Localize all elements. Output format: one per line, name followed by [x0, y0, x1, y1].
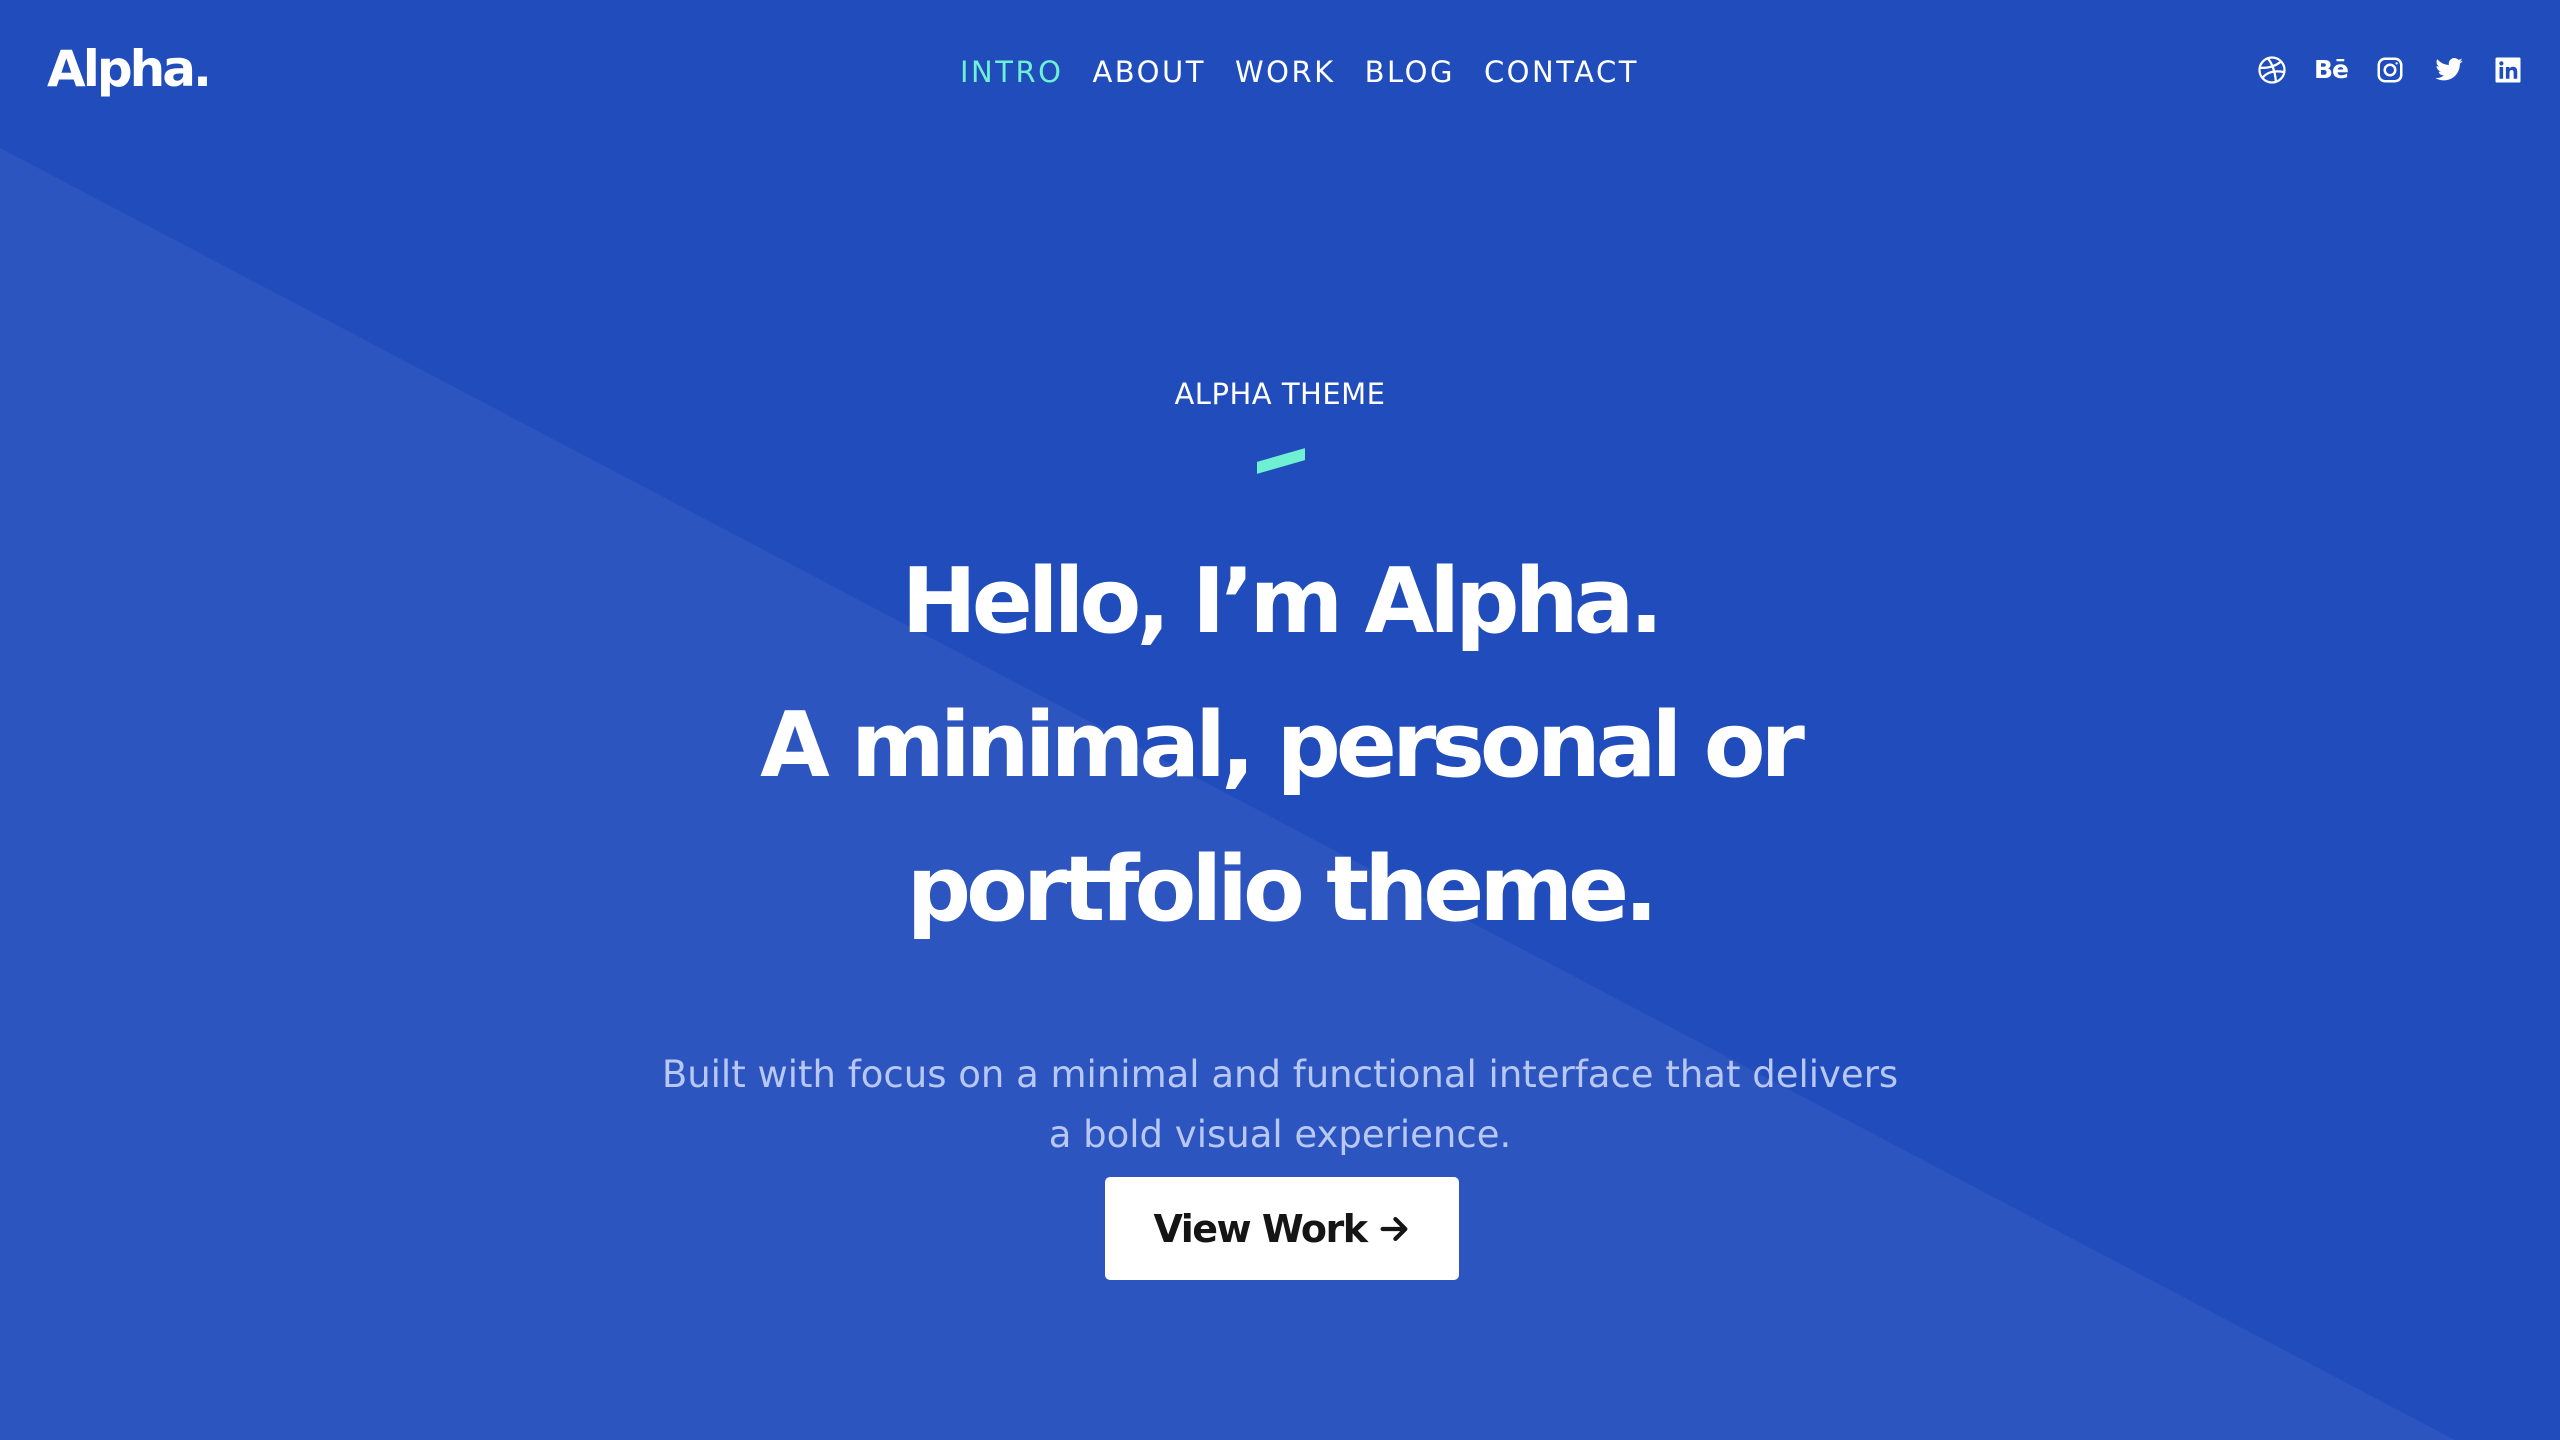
- arrow-right-icon: [1377, 1212, 1411, 1246]
- subtext-line-1: Built with focus on a minimal and functi…: [661, 1053, 1899, 1096]
- social-links: Bē: [2229, 54, 2524, 86]
- instagram-icon[interactable]: [2374, 54, 2406, 86]
- linkedin-icon[interactable]: [2492, 54, 2524, 86]
- nav-item-work[interactable]: WORK: [1235, 52, 1336, 92]
- behance-glyph: Bē: [2314, 55, 2349, 84]
- headline-line-2: A minimal, personal or: [760, 693, 1805, 798]
- headline-line-1: Hello, I’m Alpha.: [901, 549, 1663, 654]
- view-work-label: View Work: [1153, 1206, 1368, 1251]
- main-nav: INTRO ABOUT WORK BLOG CONTACT: [960, 52, 1668, 92]
- view-work-button[interactable]: View Work: [1105, 1177, 1459, 1280]
- accent-dash: [1257, 448, 1305, 474]
- site-logo[interactable]: Alpha.: [47, 36, 212, 102]
- hero-section: ALPHA THEME Hello, I’m Alpha. A minimal,…: [0, 0, 2560, 1440]
- nav-item-about[interactable]: ABOUT: [1092, 52, 1206, 92]
- subtext-line-2: a bold visual experience.: [1048, 1113, 1512, 1156]
- headline-line-3: portfolio theme.: [906, 837, 1659, 942]
- nav-item-intro[interactable]: INTRO: [960, 52, 1063, 92]
- twitter-icon[interactable]: [2433, 54, 2465, 86]
- behance-icon[interactable]: Bē: [2314, 54, 2349, 86]
- hero-subtext: Built with focus on a minimal and functi…: [0, 1045, 2560, 1165]
- site-header: Alpha. INTRO ABOUT WORK BLOG CONTACT Bē: [0, 0, 2560, 145]
- nav-item-contact[interactable]: CONTACT: [1484, 52, 1639, 92]
- nav-item-blog[interactable]: BLOG: [1365, 52, 1455, 92]
- hero-eyebrow: ALPHA THEME: [1174, 377, 1386, 411]
- hero-headline: Hello, I’m Alpha. A minimal, personal or…: [0, 530, 2560, 962]
- dribbble-icon[interactable]: [2256, 54, 2288, 86]
